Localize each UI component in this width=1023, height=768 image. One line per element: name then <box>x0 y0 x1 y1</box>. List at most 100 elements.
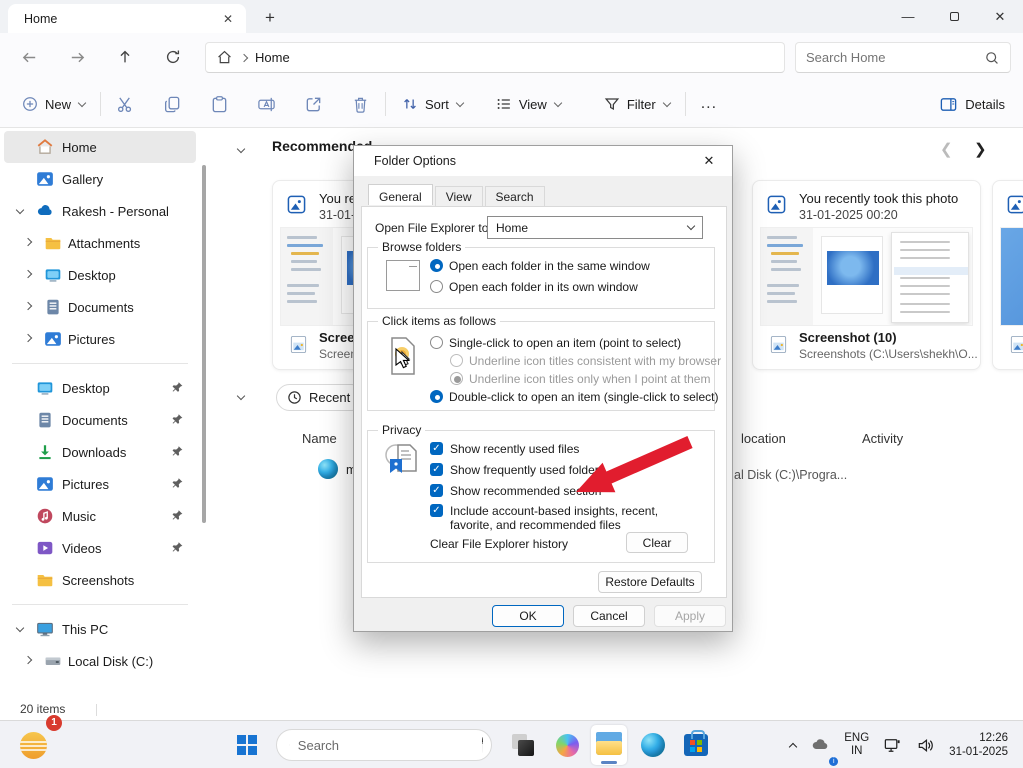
language-indicator[interactable]: ENGIN <box>839 725 874 765</box>
tab-home[interactable]: Home ✕ <box>8 4 246 33</box>
radio-single-click[interactable] <box>430 336 443 349</box>
recommended-card[interactable] <box>992 180 1023 370</box>
sidebar-item-desktop-pinned[interactable]: Desktop <box>4 372 196 404</box>
sidebar-item-documents-pinned[interactable]: Documents <box>4 404 196 436</box>
rename-button[interactable] <box>248 87 285 121</box>
start-button[interactable] <box>231 721 263 768</box>
column-header-activity[interactable]: Activity <box>862 431 903 446</box>
sidebar-item-downloads[interactable]: Downloads <box>4 436 196 468</box>
checkbox-recently-used[interactable]: ✓ <box>430 442 443 455</box>
checkbox-label[interactable]: Include account-based insights, recent, … <box>450 504 702 532</box>
tab-view[interactable]: View <box>435 186 483 207</box>
address-bar[interactable]: Home <box>205 42 785 73</box>
chevron-down-icon[interactable] <box>16 206 24 214</box>
radio-underline-point[interactable] <box>450 372 463 385</box>
sort-button[interactable]: Sort <box>392 87 472 121</box>
sidebar-item-attachments[interactable]: Attachments <box>4 227 196 259</box>
checkbox-label[interactable]: Show frequently used folders <box>450 463 605 477</box>
more-options-button[interactable]: ... <box>692 87 726 121</box>
copy-button[interactable] <box>154 87 191 121</box>
radio-label[interactable]: Open each folder in its own window <box>449 280 638 294</box>
radio-underline-browser[interactable] <box>450 354 463 367</box>
clock-tray[interactable]: 12:2631-01-2025 <box>944 725 1013 765</box>
view-button[interactable]: View <box>486 87 570 121</box>
microsoft-store-button[interactable] <box>678 725 714 765</box>
sidebar-item-music[interactable]: Music <box>4 500 196 532</box>
collapse-recommended-chevron-icon[interactable] <box>237 145 245 153</box>
file-explorer-button[interactable] <box>591 725 627 765</box>
share-button[interactable] <box>295 87 332 121</box>
copilot-button[interactable] <box>549 725 585 765</box>
sidebar-item-this-pc[interactable]: This PC <box>4 613 196 645</box>
taskbar-search-input[interactable] <box>298 738 474 753</box>
sidebar-item-pictures[interactable]: Pictures <box>4 323 196 355</box>
minimize-button[interactable]: — <box>885 0 931 33</box>
volume-tray-icon[interactable] <box>911 725 940 765</box>
paste-button[interactable] <box>201 87 238 121</box>
filter-button[interactable]: Filter <box>594 87 679 121</box>
sidebar-item-home[interactable]: Home <box>4 131 196 163</box>
checkbox-show-recommended[interactable]: ✓ <box>430 484 443 497</box>
widgets-weather-button[interactable]: 1 <box>10 721 56 768</box>
taskbar-search-box[interactable] <box>276 729 492 761</box>
sidebar-item-local-disk-c[interactable]: Local Disk (C:) <box>4 645 196 677</box>
collapse-recent-chevron-icon[interactable] <box>237 392 245 400</box>
sidebar-item-videos[interactable]: Videos <box>4 532 196 564</box>
close-button[interactable]: ✕ <box>977 0 1023 33</box>
chevron-right-icon[interactable] <box>24 656 32 664</box>
onedrive-tray-icon[interactable]: i <box>805 725 835 765</box>
maximize-button[interactable] <box>931 0 977 33</box>
chevron-right-icon[interactable] <box>24 302 32 310</box>
checkbox-account-insights[interactable]: ✓ <box>430 504 443 517</box>
chevron-right-icon[interactable] <box>24 270 32 278</box>
radio-same-window[interactable] <box>430 259 443 272</box>
refresh-button[interactable] <box>156 40 190 74</box>
new-button[interactable]: New <box>12 87 94 121</box>
cut-button[interactable] <box>107 87 144 121</box>
recommended-prev-button[interactable]: ❮ <box>940 140 953 158</box>
radio-label[interactable]: Double-click to open an item (single-cli… <box>449 390 718 404</box>
open-to-dropdown[interactable]: Home <box>487 216 703 239</box>
dialog-close-button[interactable]: ✕ <box>694 151 724 171</box>
clear-button[interactable]: Clear <box>626 532 688 553</box>
search-input[interactable] <box>806 50 984 65</box>
edge-button[interactable] <box>635 725 671 765</box>
chevron-down-icon[interactable] <box>16 624 24 632</box>
radio-label[interactable]: Single-click to open an item (point to s… <box>449 336 681 350</box>
chevron-right-icon[interactable] <box>24 238 32 246</box>
ok-button[interactable]: OK <box>492 605 564 627</box>
sidebar-item-pictures-pinned[interactable]: Pictures <box>4 468 196 500</box>
forward-button[interactable] <box>60 40 94 74</box>
search-box[interactable] <box>795 42 1011 73</box>
tab-general[interactable]: General <box>368 184 433 205</box>
tab-search[interactable]: Search <box>485 186 545 207</box>
sidebar-item-gallery[interactable]: Gallery <box>4 163 196 195</box>
checkbox-label[interactable]: Show recently used files <box>450 442 579 456</box>
recommended-next-button[interactable]: ❯ <box>974 140 987 158</box>
tray-overflow-chevron[interactable] <box>785 725 801 765</box>
sidebar-item-screenshots[interactable]: Screenshots <box>4 564 196 596</box>
recommended-card[interactable]: You recently took this photo 31-01-2025 … <box>752 180 981 370</box>
radio-label[interactable]: Open each folder in the same window <box>449 259 650 273</box>
sidebar-item-onedrive[interactable]: Rakesh - Personal <box>4 195 196 227</box>
breadcrumb[interactable]: Home <box>255 50 290 65</box>
chevron-right-icon[interactable] <box>24 334 32 342</box>
radio-own-window[interactable] <box>430 280 443 293</box>
details-button[interactable]: Details <box>939 95 1005 114</box>
sidebar-item-documents[interactable]: Documents <box>4 291 196 323</box>
cancel-button[interactable]: Cancel <box>573 605 645 627</box>
up-button[interactable] <box>108 40 142 74</box>
sidebar-scrollbar[interactable] <box>202 165 206 523</box>
tab-close-icon[interactable]: ✕ <box>220 11 236 27</box>
radio-double-click[interactable] <box>430 390 443 403</box>
column-header-name[interactable]: Name <box>302 431 337 446</box>
sidebar-item-desktop[interactable]: Desktop <box>4 259 196 291</box>
recent-section-pill[interactable]: Recent <box>276 384 365 411</box>
restore-defaults-button[interactable]: Restore Defaults <box>598 571 702 593</box>
network-tray-icon[interactable] <box>878 725 907 765</box>
delete-button[interactable] <box>342 87 379 121</box>
column-header-location[interactable]: location <box>741 431 786 446</box>
checkbox-frequently-used[interactable]: ✓ <box>430 463 443 476</box>
task-view-button[interactable] <box>505 725 541 765</box>
new-tab-button[interactable]: + <box>258 6 282 30</box>
